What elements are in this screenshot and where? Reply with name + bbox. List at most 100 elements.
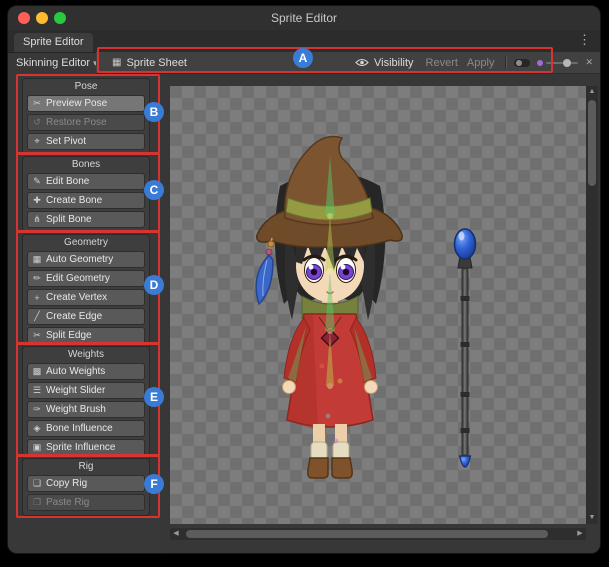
split-bone-button[interactable]: ⋔ Split Bone	[27, 211, 145, 228]
split-bone-icon: ⋔	[32, 214, 42, 225]
scroll-up-icon[interactable]: ▲	[586, 86, 598, 98]
window-close-button[interactable]	[18, 12, 30, 24]
canvas-area: ▲ ▼ ◀ ▶	[162, 74, 600, 553]
toolbar: ▦ Sprite Sheet Visibility Revert Apply	[96, 52, 600, 74]
panel-weights: Weights ▩ Auto Weights ☰ Weight Slider ✑…	[22, 346, 150, 461]
tab-sprite-editor[interactable]: Sprite Editor	[14, 33, 93, 52]
sprite-influence-label: Sprite Influence	[46, 442, 116, 453]
skinning-editor-dropdown[interactable]: Skinning Editor▾	[16, 52, 98, 74]
weight-slider-label: Weight Slider	[46, 385, 105, 396]
set-pivot-icon: ⌖	[32, 136, 42, 147]
weight-brush-label: Weight Brush	[46, 404, 106, 415]
panel-geometry-title: Geometry	[27, 237, 145, 249]
create-bone-label: Create Bone	[46, 195, 102, 206]
scroll-down-icon[interactable]: ▼	[586, 512, 598, 524]
panel-rig-title: Rig	[27, 461, 145, 473]
zoom-slider[interactable]	[546, 62, 578, 64]
weight-slider-button[interactable]: ☰ Weight Slider	[27, 382, 145, 399]
auto-geometry-label: Auto Geometry	[46, 254, 113, 265]
scroll-left-icon[interactable]: ◀	[170, 528, 182, 540]
sprite-editor-window: Sprite Editor Sprite Editor ⋮ Skinning E…	[8, 6, 600, 553]
staff-sprite	[455, 229, 476, 467]
sprite-influence-icon: ▣	[32, 442, 42, 453]
copy-rig-button[interactable]: ❏ Copy Rig	[27, 475, 145, 492]
bone-influence-button[interactable]: ◈ Bone Influence	[27, 420, 145, 437]
toolbar-row: Skinning Editor▾ ▦ Sprite Sheet Visibili…	[8, 52, 600, 74]
panel-rig: Rig ❏ Copy Rig ❐ Paste Rig	[22, 458, 150, 516]
edit-geometry-button[interactable]: ✏ Edit Geometry	[27, 270, 145, 287]
preview-pose-label: Preview Pose	[46, 98, 107, 109]
preview-pose-icon: ✂	[32, 98, 42, 109]
copy-rig-label: Copy Rig	[46, 478, 87, 489]
canvas-art	[170, 86, 586, 524]
panel-geometry: Geometry ▦ Auto Geometry ✏ Edit Geometry…	[22, 234, 150, 349]
screenshot-root: Sprite Editor Sprite Editor ⋮ Skinning E…	[0, 0, 609, 567]
canvas-viewport[interactable]	[170, 86, 586, 524]
create-edge-label: Create Edge	[46, 311, 102, 322]
sprite-sheet-grid-icon: ▦	[112, 57, 121, 68]
weight-brush-icon: ✑	[32, 404, 42, 415]
set-pivot-label: Set Pivot	[46, 136, 86, 147]
horizontal-scrollbar[interactable]: ◀ ▶	[170, 528, 586, 540]
auto-weights-icon: ▩	[32, 366, 42, 377]
vertical-scrollbar[interactable]: ▲ ▼	[586, 86, 598, 524]
create-edge-button[interactable]: ╱ Create Edge	[27, 308, 145, 325]
visibility-label: Visibility	[374, 57, 414, 69]
edit-geometry-label: Edit Geometry	[46, 273, 110, 284]
edit-geometry-icon: ✏	[32, 273, 42, 284]
edit-bone-button[interactable]: ✎ Edit Bone	[27, 173, 145, 190]
preview-pose-button[interactable]: ✂ Preview Pose	[27, 95, 145, 112]
horizontal-scroll-thumb[interactable]	[186, 530, 548, 538]
split-edge-button[interactable]: ✂ Split Edge	[27, 327, 145, 344]
sprite-influence-button[interactable]: ▣ Sprite Influence	[27, 439, 145, 456]
auto-weights-button[interactable]: ▩ Auto Weights	[27, 363, 145, 380]
create-edge-icon: ╱	[32, 311, 42, 322]
bone-influence-icon: ◈	[32, 423, 42, 434]
window-minimize-button[interactable]	[36, 12, 48, 24]
window-title: Sprite Editor	[8, 6, 600, 30]
auto-geometry-icon: ▦	[32, 254, 42, 265]
edit-bone-label: Edit Bone	[46, 176, 89, 187]
split-bone-label: Split Bone	[46, 214, 92, 225]
set-pivot-button[interactable]: ⌖ Set Pivot	[27, 133, 145, 150]
visibility-toggle[interactable]: Visibility	[355, 57, 414, 69]
toolbar-divider	[505, 56, 507, 69]
character-sprite	[256, 137, 402, 479]
paste-rig-button[interactable]: ❐ Paste Rig	[27, 494, 145, 511]
overflow-menu-icon[interactable]: ⋮	[578, 32, 591, 48]
auto-weights-label: Auto Weights	[46, 366, 105, 377]
zoom-marker-dot	[537, 60, 543, 66]
create-vertex-button[interactable]: + Create Vertex	[27, 289, 145, 306]
sprite-sheet-button[interactable]: ▦ Sprite Sheet	[112, 57, 187, 69]
weight-slider-icon: ☰	[32, 385, 42, 396]
create-vertex-label: Create Vertex	[46, 292, 107, 303]
zoom-reset-icon[interactable]: ✕	[585, 57, 593, 68]
panel-bones-title: Bones	[27, 159, 145, 171]
auto-geometry-button[interactable]: ▦ Auto Geometry	[27, 251, 145, 268]
create-bone-button[interactable]: ✚ Create Bone	[27, 192, 145, 209]
paste-rig-icon: ❐	[32, 497, 42, 508]
apply-button[interactable]: Apply	[467, 57, 495, 69]
scroll-right-icon[interactable]: ▶	[574, 528, 586, 540]
window-zoom-button[interactable]	[54, 12, 66, 24]
create-vertex-icon: +	[32, 293, 42, 303]
restore-pose-button[interactable]: ↺ Restore Pose	[27, 114, 145, 131]
weight-brush-button[interactable]: ✑ Weight Brush	[27, 401, 145, 418]
split-edge-label: Split Edge	[46, 330, 92, 341]
eye-icon	[355, 58, 369, 67]
revert-button[interactable]: Revert	[426, 57, 458, 69]
vertical-scroll-thumb[interactable]	[588, 100, 596, 186]
restore-pose-label: Restore Pose	[46, 117, 107, 128]
create-bone-icon: ✚	[32, 195, 42, 206]
panel-weights-title: Weights	[27, 349, 145, 361]
alpha-toggle[interactable]	[514, 59, 530, 67]
paste-rig-label: Paste Rig	[46, 497, 89, 508]
restore-pose-icon: ↺	[32, 117, 42, 128]
zoom-slider-knob[interactable]	[563, 59, 571, 67]
panel-pose-title: Pose	[27, 81, 145, 93]
titlebar: Sprite Editor	[8, 6, 600, 31]
split-edge-icon: ✂	[32, 330, 42, 341]
sprite-sheet-label: Sprite Sheet	[126, 57, 187, 69]
tab-strip: Sprite Editor ⋮	[8, 30, 600, 53]
panel-pose: Pose ✂ Preview Pose ↺ Restore Pose ⌖ Set…	[22, 78, 150, 155]
